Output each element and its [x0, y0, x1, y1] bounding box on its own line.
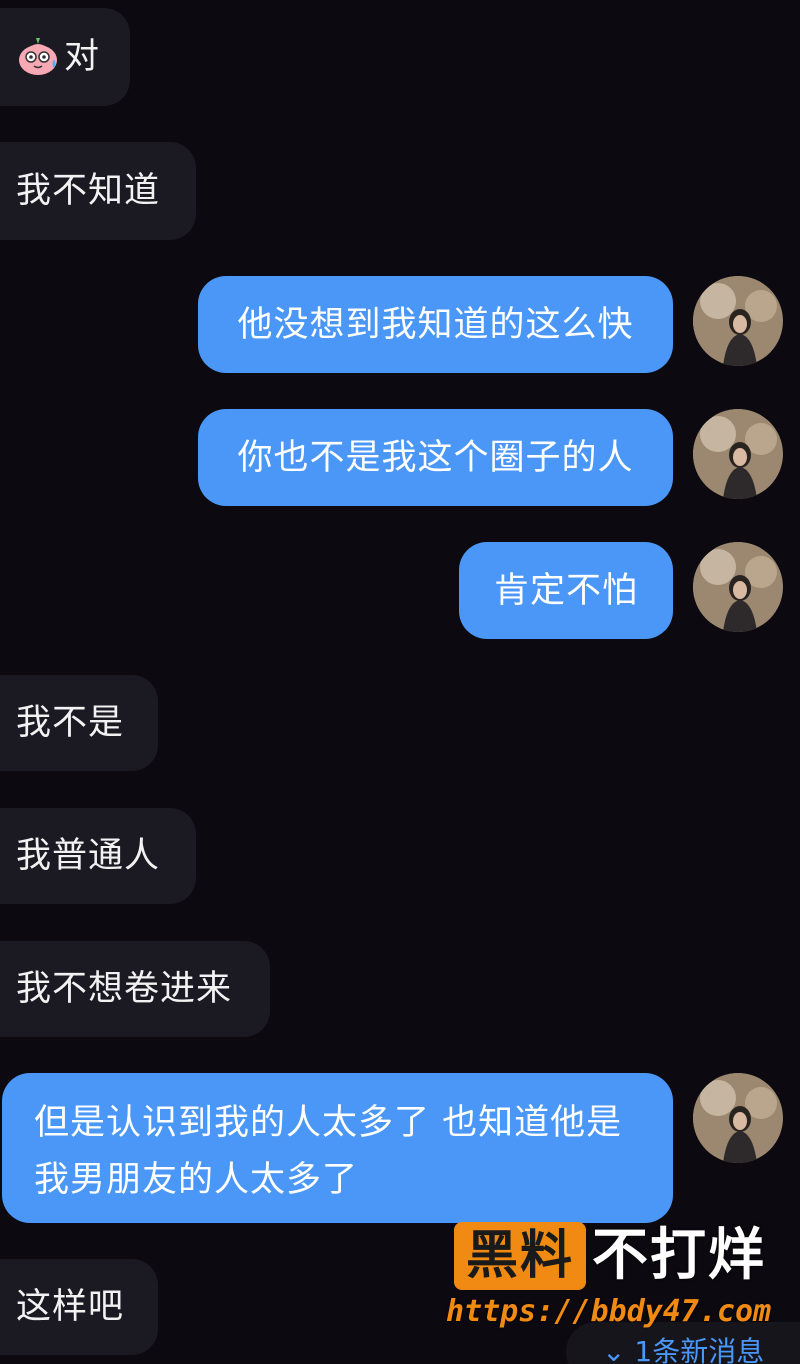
watermark-url: https://bbdy47.com [446, 1294, 772, 1329]
incoming-message-bubble[interactable]: 我普通人 [0, 808, 196, 904]
incoming-message-bubble[interactable]: 这样吧 [0, 1259, 158, 1355]
message-text: 对 [64, 37, 101, 77]
incoming-message-bubble[interactable]: 我不是 [0, 675, 158, 771]
avatar[interactable] [693, 276, 783, 366]
sweat-face-icon [19, 38, 57, 75]
avatar-photo [693, 1073, 783, 1163]
outgoing-message-bubble[interactable]: 他没想到我知道的这么快 [198, 276, 673, 373]
watermark-logo-box: 黑料 [454, 1222, 586, 1290]
message-text: 肯定不怕 [493, 570, 638, 611]
message-text: 你也不是我这个圈子的人 [237, 437, 634, 478]
message-text-line-2: 我男朋友的人太多了 [34, 1160, 359, 1200]
message-text: 这样吧 [16, 1287, 125, 1327]
outgoing-message-bubble[interactable]: 但是认识到我的人太多了 也知道他是 我男朋友的人太多了 [2, 1073, 673, 1223]
new-message-text: 1条新消息 [634, 1335, 765, 1364]
avatar-photo [693, 409, 783, 499]
incoming-message-bubble[interactable]: 我不知道 [0, 142, 196, 240]
outgoing-message-bubble[interactable]: 你也不是我这个圈子的人 [198, 409, 673, 506]
incoming-message-bubble[interactable]: 我不想卷进来 [0, 941, 270, 1037]
avatar[interactable] [693, 1073, 783, 1163]
avatar-photo [693, 276, 783, 366]
chat-message-list[interactable]: 对 我不知道 他没想到我知道的这么快 你也不是我这个圈子的人 肯定不怕 我不是 … [0, 0, 800, 1364]
avatar[interactable] [693, 542, 783, 632]
watermark-title: 不打烊 [592, 1223, 766, 1288]
message-text: 他没想到我知道的这么快 [237, 304, 634, 345]
message-text-line-1: 但是认识到我的人太多了 也知道他是 [34, 1103, 623, 1143]
watermark: 黑料 不打烊 https://bbdy47.com [446, 1222, 786, 1332]
double-chevron-down-icon: ⌄ [602, 1335, 626, 1364]
incoming-message-bubble[interactable]: 对 [0, 8, 130, 106]
avatar[interactable] [693, 409, 783, 499]
message-text: 我不是 [16, 703, 125, 743]
message-text: 我不想卷进来 [16, 969, 233, 1009]
message-text: 我普通人 [16, 836, 161, 876]
message-text: 我不知道 [16, 171, 161, 211]
avatar-photo [693, 542, 783, 632]
outgoing-message-bubble[interactable]: 肯定不怕 [459, 542, 673, 639]
